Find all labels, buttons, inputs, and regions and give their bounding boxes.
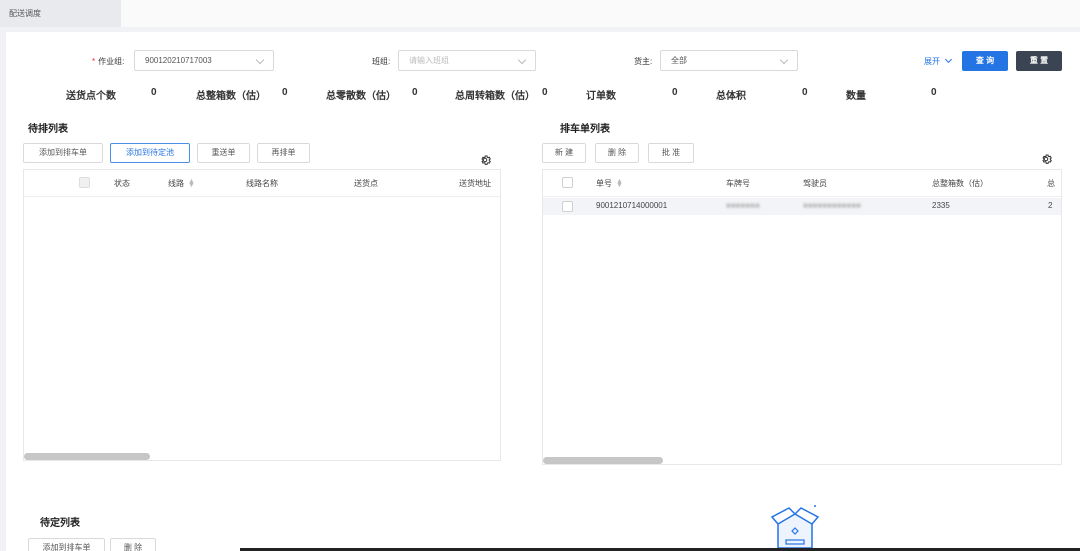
stat-value-full-boxes: 0 [282,87,288,98]
stat-value-delivery-points: 0 [151,87,157,98]
col-route-text: 线路 [168,179,184,188]
pending-table-header: 状态 线路 ▲ ▼ 线路名称 送货点 送货地址 [24,170,500,197]
chevron-down-icon [255,55,265,65]
col-driver: 驾驶员 [803,179,827,188]
chevron-down-icon [517,55,527,65]
gear-icon[interactable] [1040,153,1052,165]
resend-button[interactable]: 重送单 [197,143,250,163]
owner-value: 全部 [671,56,687,65]
approve-button[interactable]: 批 准 [648,143,694,163]
pending-table: 状态 线路 ▲ ▼ 线路名称 送货点 送货地址 [23,169,501,461]
extra-cell: 2 [1048,201,1053,210]
sort-icon[interactable]: ▲ ▼ [188,178,195,189]
col-order-no[interactable]: 单号 ▲ ▼ [596,178,623,189]
reschedule-button[interactable]: 再排单 [257,143,310,163]
boxes-cell: 2335 [932,201,950,210]
new-button[interactable]: 新 建 [542,143,586,163]
add-to-schedule-button[interactable]: 添加到排车单 [23,143,103,163]
col-plate: 车牌号 [726,179,750,188]
stat-value-loose: 0 [412,87,418,98]
horizontal-scrollbar[interactable] [24,453,150,460]
stat-label-full-boxes: 总整箱数（估） [196,91,266,102]
delete-button[interactable]: 删 除 [110,538,156,551]
schedule-list-title: 排车单列表 [560,124,610,135]
schedule-table: 单号 ▲ ▼ 车牌号 驾驶员 总整箱数（估） 总 9001210714000001 … [542,169,1062,465]
tbd-list-title: 待定列表 [40,518,80,529]
select-all-checkbox[interactable] [79,177,90,188]
col-route[interactable]: 线路 ▲ ▼ [168,178,195,189]
col-order-no-text: 单号 [596,179,612,188]
stat-label-delivery-points: 送货点个数 [66,91,116,102]
tab-dispatch[interactable]: 配送调度 [0,0,121,27]
pending-list-title: 待排列表 [28,124,68,135]
row-checkbox[interactable] [562,201,573,212]
stat-value-volume: 0 [802,87,808,98]
work-group-label-text: 作业组: [98,57,125,66]
stat-value-orders: 0 [672,87,678,98]
chevron-down-icon [945,55,953,64]
col-extra: 总 [1047,179,1055,188]
add-to-pending-pool-button[interactable]: 添加到待定池 [110,143,190,163]
sort-icon[interactable]: ▲ ▼ [616,178,623,189]
top-tab-bar: 配送调度 [0,0,1080,27]
select-all-checkbox[interactable] [562,177,573,188]
table-row[interactable]: 9001210714000001 ■■■■■■■ ■■■■■■■■■■■■ 23… [543,198,1061,215]
col-route-name: 线路名称 [246,179,278,188]
expand-link[interactable]: 展开 [924,55,953,67]
shift-label: 班组: [372,57,391,66]
stat-value-turnover: 0 [542,87,548,98]
reset-button[interactable]: 重 置 [1016,51,1062,71]
query-button[interactable]: 查 询 [962,51,1008,71]
required-mark: * [92,57,96,66]
order-link[interactable]: 9001210714000001 [596,201,667,210]
stat-label-turnover: 总周转箱数（估） [455,91,535,102]
stat-value-quantity: 0 [931,87,937,98]
work-group-label: * 作业组: [92,56,124,67]
tab-bar-empty [121,0,1080,27]
owner-select[interactable]: 全部 [660,50,798,71]
driver-cell: ■■■■■■■■■■■■ [803,201,861,210]
stat-label-quantity: 数量 [846,91,866,102]
stat-label-orders: 订单数 [586,91,616,102]
add-to-schedule-button[interactable]: 添加到排车单 [28,538,105,551]
stat-label-volume: 总体积 [716,91,746,102]
empty-box-icon [770,505,820,549]
chevron-down-icon [779,55,789,65]
work-group-select[interactable]: 900120210717003 [134,50,274,71]
col-status: 状态 [114,179,130,188]
delete-button[interactable]: 删 除 [595,143,639,163]
gear-icon[interactable] [479,154,491,166]
col-delivery-point: 送货点 [354,179,378,188]
shift-input[interactable]: 请输入班组 [398,50,536,71]
main-panel: * 作业组: 900120210717003 班组: 请输入班组 货主: 全部 展… [6,32,1080,551]
owner-label: 货主: [634,57,653,66]
expand-text: 展开 [924,57,940,66]
stat-label-loose: 总零散数（估） [326,91,396,102]
schedule-table-header: 单号 ▲ ▼ 车牌号 驾驶员 总整箱数（估） 总 [543,170,1061,197]
col-delivery-address: 送货地址 [459,179,491,188]
horizontal-scrollbar[interactable] [543,457,663,464]
work-group-value: 900120210717003 [145,56,212,65]
shift-placeholder: 请输入班组 [409,56,449,65]
plate-cell: ■■■■■■■ [726,201,760,210]
col-full-boxes: 总整箱数（估） [932,179,988,188]
